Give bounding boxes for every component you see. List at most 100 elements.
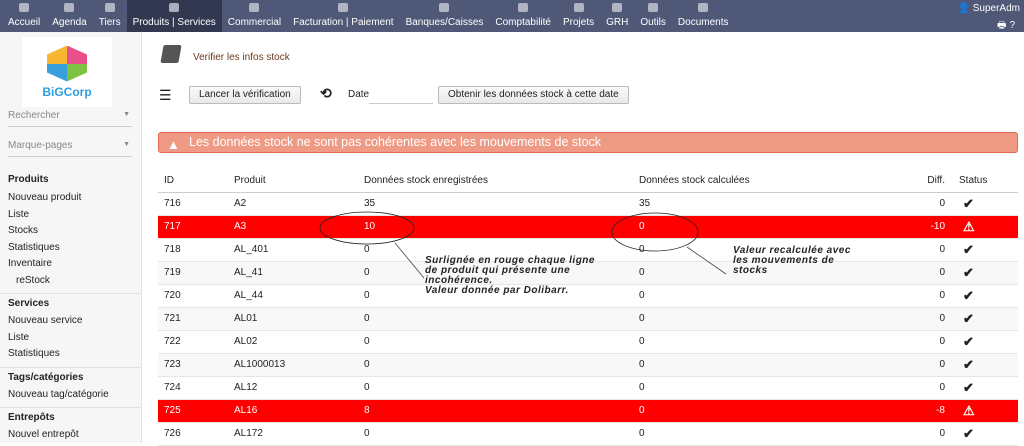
tab-label: Facturation | Paiement: [293, 17, 394, 28]
table-cell: 0: [358, 330, 633, 354]
bookmarks-label: Marque-pages: [8, 140, 73, 151]
tab-facturation-paiement[interactable]: Facturation | Paiement: [287, 0, 399, 32]
table-cell: 0: [883, 261, 953, 285]
table-cell: 0: [883, 330, 953, 354]
column-header[interactable]: Produit: [228, 170, 358, 193]
tab-label: GRH: [606, 17, 629, 28]
table-cell: 723: [158, 353, 228, 377]
column-header[interactable]: Données stock calculées: [633, 170, 883, 193]
run-check-button[interactable]: Lancer la vérification: [189, 86, 301, 104]
sidebar: BiGCorp Rechercher ▼ Marque-pages ▼ Produi…: [0, 32, 142, 443]
print-icon[interactable]: 🖶: [997, 20, 1009, 31]
page-title: Verifier les infos stock: [193, 52, 290, 63]
menu-icon: [573, 3, 584, 12]
tab-label: Agenda: [52, 17, 87, 28]
menu-icon: [518, 3, 529, 12]
table-cell: AL_401: [228, 238, 358, 262]
table-cell: 726: [158, 422, 228, 446]
table-row: 725 AL16 8 0 -8 ⚠: [158, 399, 1018, 423]
logo-cube-icon: [47, 45, 87, 82]
company-logo[interactable]: BiGCorp: [22, 37, 112, 107]
table-cell: 0: [633, 422, 883, 446]
menu-item[interactable]: Stocks: [0, 223, 142, 240]
tab-label: Documents: [677, 17, 729, 28]
table-cell: AL1000013: [228, 353, 358, 377]
menu-item[interactable]: Statistiques: [0, 346, 142, 363]
menu-icon: [338, 3, 349, 12]
table-cell: 8: [358, 399, 633, 423]
left-menu: Produits Nouveau produit Liste Stocks Statis…: [0, 170, 142, 444]
annotation-left: Surlignée en rouge chaque ligne de produi…: [425, 256, 595, 296]
table-cell: 721: [158, 307, 228, 331]
tab-outils[interactable]: Outils: [634, 0, 672, 32]
check-icon: ✔: [953, 261, 1018, 285]
menu-section-title[interactable]: Produits: [0, 170, 142, 190]
column-header[interactable]: Status: [953, 170, 1018, 193]
table-cell: 718: [158, 238, 228, 262]
warning-icon: ▲: [167, 137, 180, 152]
menu-item[interactable]: reStock: [0, 273, 142, 290]
column-header[interactable]: ID: [158, 170, 228, 193]
table-cell: 0: [883, 353, 953, 377]
check-icon: ✔: [953, 353, 1018, 377]
get-stock-at-date-button[interactable]: Obtenir les données stock à cette date: [438, 86, 629, 104]
menu-section-title[interactable]: Tags/catégories: [0, 366, 142, 387]
tab-commercial[interactable]: Commercial: [222, 0, 287, 32]
table-cell: 0: [633, 215, 883, 239]
user-name[interactable]: 👤 SuperAdm: [958, 3, 1020, 14]
menu-item[interactable]: Nouveau tag/catégorie: [0, 387, 142, 404]
menu-item[interactable]: Statistiques: [0, 240, 142, 257]
menu-icon: [169, 3, 180, 12]
tab-comptabilit-[interactable]: Comptabilité: [489, 0, 557, 32]
annotation-right: Valeur recalculée avec les mouvements de s…: [733, 246, 851, 276]
header-icons: 🖶?: [997, 18, 1018, 35]
tab-produits-services[interactable]: Produits | Services: [126, 0, 222, 32]
chevron-down-icon: ▼: [123, 111, 130, 118]
table-cell: 720: [158, 284, 228, 308]
tab-agenda[interactable]: Agenda: [46, 0, 92, 32]
table-cell: 0: [358, 353, 633, 377]
folder-icon: [160, 45, 182, 63]
chevron-down-icon: ▼: [123, 141, 130, 148]
tab-tiers[interactable]: Tiers: [93, 0, 127, 32]
table-cell: 724: [158, 376, 228, 400]
tab-label: Accueil: [8, 17, 41, 28]
tab-documents[interactable]: Documents: [672, 0, 735, 32]
warning-icon: ⚠: [953, 215, 1018, 239]
menu-item[interactable]: Inventaire: [0, 256, 142, 273]
menu-section-title[interactable]: Entrepôts: [0, 407, 142, 427]
table-row: 726 AL172 0 0 0 ✔: [158, 422, 1018, 446]
table-cell: 35: [633, 192, 883, 216]
tab-label: Produits | Services: [132, 17, 216, 28]
menu-item[interactable]: Nouvel entrepôt: [0, 427, 142, 444]
menu-item[interactable]: Liste: [0, 330, 142, 347]
table-row: 723 AL1000013 0 0 0 ✔: [158, 353, 1018, 377]
table-row: 716 A2 35 35 0 ✔: [158, 192, 1018, 216]
history-icon: ⟲: [320, 85, 332, 101]
search-select[interactable]: Rechercher ▼: [8, 110, 132, 127]
menu-item[interactable]: Nouveau produit: [0, 190, 142, 207]
menu-icon: [104, 3, 115, 12]
table-cell: 0: [358, 376, 633, 400]
tab-banques-caisses[interactable]: Banques/Caisses: [400, 0, 490, 32]
tab-accueil[interactable]: Accueil: [0, 0, 46, 32]
table-cell: 0: [358, 307, 633, 331]
tab-projets[interactable]: Projets: [557, 0, 600, 32]
tab-label: Projets: [562, 17, 595, 28]
tab-label: Tiers: [98, 17, 121, 28]
tab-grh[interactable]: GRH: [600, 0, 634, 32]
table-cell: AL16: [228, 399, 358, 423]
menu-item[interactable]: Nouveau service: [0, 313, 142, 330]
bookmarks-select[interactable]: Marque-pages ▼: [8, 140, 132, 157]
warning-icon: ⚠: [953, 399, 1018, 423]
column-header[interactable]: Diff.: [883, 170, 953, 193]
table-cell: A2: [228, 192, 358, 216]
menu-item[interactable]: Liste: [0, 207, 142, 224]
menu-icon: [648, 3, 659, 12]
help-icon[interactable]: ?: [1009, 20, 1018, 31]
menu-icon: [249, 3, 260, 12]
menu-section-title[interactable]: Services: [0, 293, 142, 313]
menu-icon: [612, 3, 623, 12]
date-input[interactable]: [369, 84, 433, 104]
column-header[interactable]: Données stock enregistrées: [358, 170, 633, 193]
